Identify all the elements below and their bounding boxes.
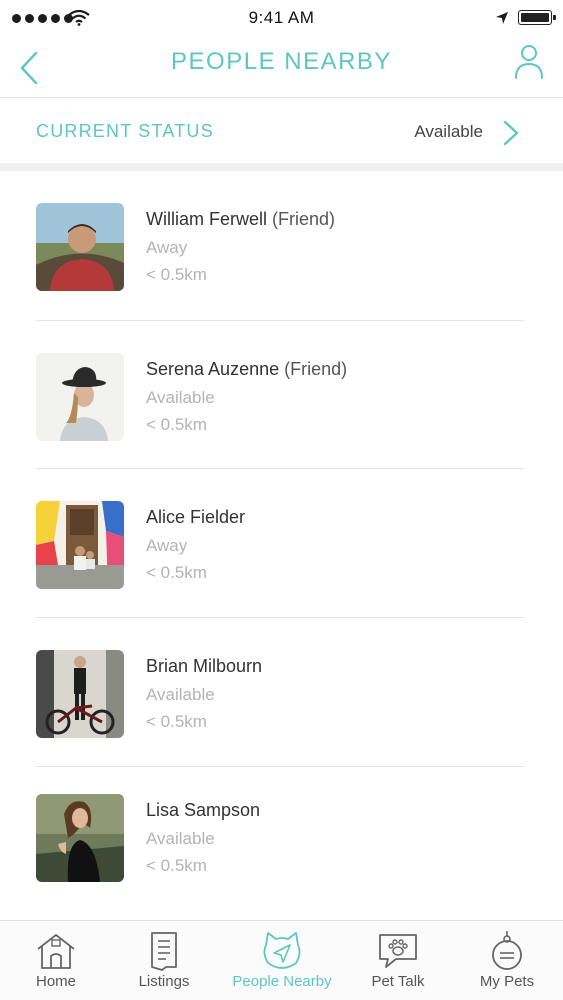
divider [36,617,524,618]
avatar [36,353,124,441]
person-name: William Ferwell [146,209,267,229]
list-item[interactable]: Brian Milbourn Available < 0.5km [36,650,524,750]
tab-home[interactable]: Home [0,921,112,1000]
status-bar: 9:41 AM [0,0,563,36]
chevron-right-icon [503,120,519,146]
friend-tag: (Friend) [272,209,336,229]
person-status: Away [146,238,188,257]
list-item[interactable]: William Ferwell (Friend) Away < 0.5km [36,203,524,303]
tab-people-nearby[interactable]: People Nearby [226,921,338,1000]
tab-label: Home [35,973,76,990]
current-status-label: CURRENT STATUS [36,121,214,141]
pet-tag-icon [492,931,522,970]
location-arrow-icon [496,12,508,24]
tab-label: Pet Talk [371,973,425,990]
divider [36,320,524,321]
user-profile-icon [515,45,543,79]
person-distance: < 0.5km [146,856,207,875]
tab-listings[interactable]: Listings [108,921,220,1000]
page-title: PEOPLE NEARBY [171,48,392,75]
avatar [36,203,124,291]
person-distance: < 0.5km [146,712,207,731]
current-status-value: Available [414,122,483,141]
avatar [36,650,124,738]
listings-icon [151,932,177,971]
home-icon [37,934,75,969]
list-item[interactable]: Alice Fielder Away < 0.5km [36,501,524,601]
tab-label: My Pets [479,973,535,990]
avatar [36,501,124,589]
person-name: Serena Auzenne [146,359,280,379]
list-item[interactable]: Serena Auzenne (Friend) Available < 0.5k… [36,353,524,453]
tab-pet-talk[interactable]: Pet Talk [342,921,454,1000]
nav-header: PEOPLE NEARBY [0,36,563,98]
section-divider [0,163,563,171]
divider [36,766,524,767]
tab-label: People Nearby [232,973,332,990]
person-status: Available [146,829,215,848]
cat-compass-icon [263,932,301,969]
profile-button[interactable] [513,42,545,80]
person-status: Available [146,685,215,704]
person-distance: < 0.5km [146,563,207,582]
person-status: Available [146,388,215,407]
person-distance: < 0.5km [146,265,207,284]
person-distance: < 0.5km [146,415,207,434]
tab-bar: Home Listings People Nearby Pet Talk My … [0,920,563,1000]
battery-icon [518,10,556,25]
paw-chat-icon [379,934,417,968]
tab-label: Listings [138,973,190,990]
status-clock: 9:41 AM [248,8,315,27]
avatar [36,794,124,882]
person-status: Away [146,536,188,555]
divider [36,468,524,469]
list-item[interactable]: Lisa Sampson Available < 0.5km [36,794,524,894]
person-name: Lisa Sampson [146,800,261,820]
person-name: Brian Milbourn [146,656,263,676]
friend-tag: (Friend) [284,359,348,379]
current-status-row[interactable]: CURRENT STATUS Available [0,99,563,163]
tab-my-pets[interactable]: My Pets [451,921,563,1000]
person-name: Alice Fielder [146,507,246,527]
